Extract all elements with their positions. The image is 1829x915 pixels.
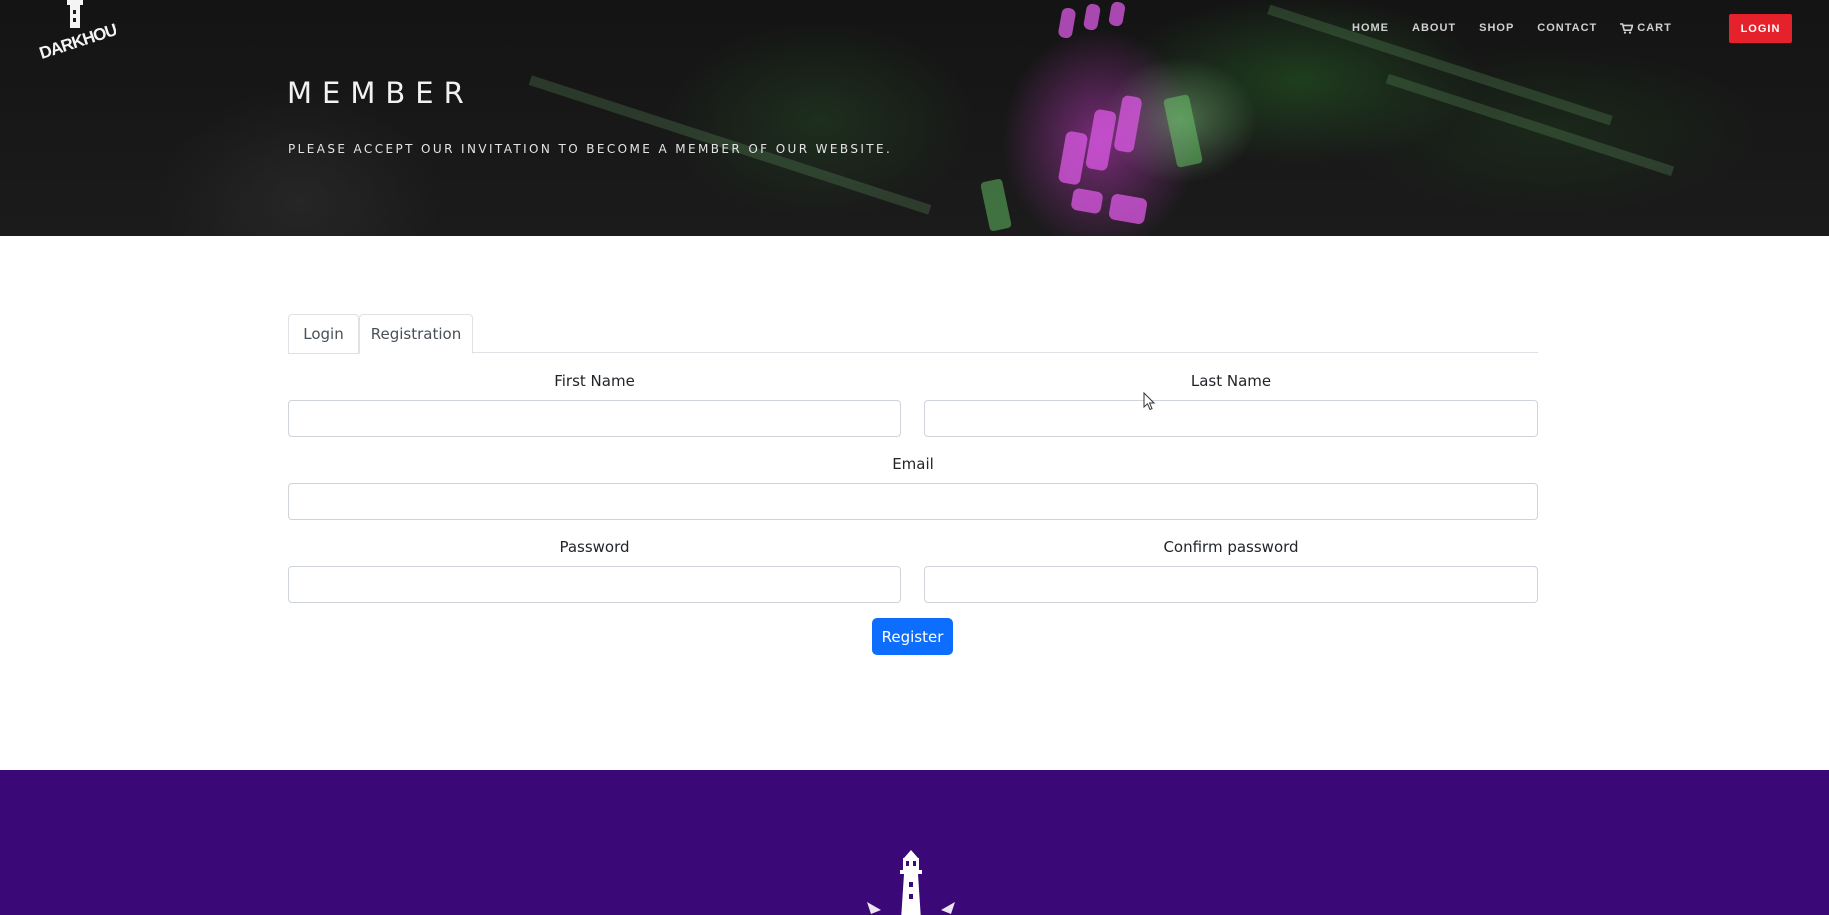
email-label: Email	[892, 455, 934, 473]
login-button[interactable]: LOGIN	[1729, 14, 1792, 43]
register-button[interactable]: Register	[872, 618, 953, 655]
password-label: Password	[559, 538, 630, 556]
page-subtitle: PLEASE ACCEPT OUR INVITATION TO BECOME A…	[288, 142, 893, 156]
nav-cart[interactable]: CART	[1620, 21, 1672, 35]
footer	[0, 770, 1829, 915]
cart-label: CART	[1637, 22, 1672, 34]
hero-bg-decor	[1084, 108, 1118, 172]
nav-about[interactable]: ABOUT	[1412, 21, 1456, 35]
hero-banner: DARKHOUSE HOME ABOUT SHOP CONTACT CART L…	[0, 0, 1829, 236]
nav-shop[interactable]: SHOP	[1479, 21, 1514, 35]
auth-tabs: Login Registration	[288, 314, 1538, 354]
password-input[interactable]	[288, 566, 901, 603]
page-title: MEMBER	[287, 76, 474, 110]
hero-bg-decor	[1163, 94, 1203, 168]
hero-bg-decor	[1057, 130, 1089, 186]
cart-icon	[1620, 22, 1634, 34]
first-name-input[interactable]	[288, 400, 901, 437]
mouse-cursor-icon	[1143, 392, 1156, 411]
hero-bg-decor	[1108, 193, 1148, 225]
confirm-password-input[interactable]	[924, 566, 1538, 603]
last-name-input[interactable]	[924, 400, 1538, 437]
hero-bg-decor	[1057, 7, 1077, 39]
lighthouse-logo[interactable]: DARKHOUSE	[34, 0, 116, 64]
first-name-label: First Name	[554, 372, 635, 390]
nav-contact[interactable]: CONTACT	[1537, 21, 1597, 35]
main-nav: HOME ABOUT SHOP CONTACT CART	[1352, 21, 1701, 35]
nav-home[interactable]: HOME	[1352, 21, 1389, 35]
hero-bg-decor	[1070, 187, 1104, 215]
hero-bg-decor	[980, 178, 1012, 232]
lighthouse-logo	[867, 850, 955, 915]
hero-bg-decor	[1113, 94, 1143, 154]
hero-bg-decor	[1385, 73, 1675, 177]
confirm-password-label: Confirm password	[1163, 538, 1299, 556]
last-name-label: Last Name	[1190, 372, 1272, 390]
email-input[interactable]	[288, 483, 1538, 520]
tab-login[interactable]: Login	[288, 314, 359, 354]
tab-registration[interactable]: Registration	[359, 314, 473, 354]
hero-bg-decor	[1108, 0, 1126, 28]
hero-bg-decor	[1082, 2, 1102, 32]
